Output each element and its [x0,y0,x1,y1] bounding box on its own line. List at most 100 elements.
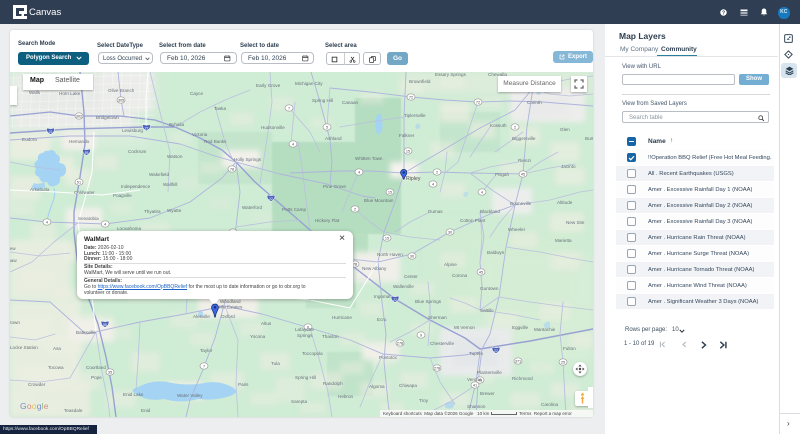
svg-text:Horn Lake: Horn Lake [59,91,81,96]
svg-text:15: 15 [388,191,392,195]
svg-text:4: 4 [104,223,106,227]
svg-text:Shannon: Shannon [467,404,486,409]
svg-text:Randolph: Randolph [323,381,343,386]
svg-text:Cockrum: Cockrum [128,149,147,154]
svg-text:Ecru: Ecru [377,317,387,322]
svg-text:New Albany: New Albany [362,266,387,271]
svg-text:Courtland: Courtland [86,365,106,370]
svg-text:Rienzi: Rienzi [518,158,531,163]
svg-text:Pisgah: Pisgah [495,172,509,177]
svg-text:Brewer: Brewer [480,391,495,396]
svg-text:55: 55 [103,323,107,327]
svg-text:Batesville: Batesville [76,330,96,335]
svg-text:Blackland: Blackland [480,209,500,214]
svg-text:4: 4 [481,191,483,195]
svg-text:Victoria: Victoria [192,132,208,137]
svg-text:35: 35 [108,371,112,375]
svg-text:4: 4 [46,221,48,225]
svg-text:Locke Station: Locke Station [10,345,38,350]
svg-text:Crowder: Crowder [28,382,46,387]
svg-text:45: 45 [521,173,525,177]
svg-text:41: 41 [473,384,477,388]
svg-text:22: 22 [494,349,498,353]
svg-text:Coldwater: Coldwater [74,190,95,195]
svg-text:Crenshaw: Crenshaw [10,258,17,263]
svg-text:278: 278 [397,342,403,346]
svg-text:Askew: Askew [10,246,16,251]
svg-text:2: 2 [354,208,356,212]
svg-text:Ripley: Ripley [406,176,421,182]
svg-text:278: 278 [434,367,440,371]
svg-text:Waterford: Waterford [242,205,262,210]
svg-text:2: 2 [436,171,438,175]
svg-text:Center: Center [404,274,418,279]
svg-text:72: 72 [409,96,413,100]
svg-text:Altus: Altus [261,321,272,326]
svg-text:Verona: Verona [467,377,482,382]
svg-text:Oxford: Oxford [221,314,235,319]
svg-text:5: 5 [326,126,328,130]
svg-text:Longtown: Longtown [10,320,20,325]
svg-text:Thyatira: Thyatira [144,209,161,214]
svg-text:Jacinto: Jacinto [561,164,576,169]
svg-text:Hebron: Hebron [338,394,354,399]
svg-text:Early Grove: Early Grove [256,83,281,88]
svg-text:Chiwapa: Chiwapa [399,383,417,388]
svg-text:Taska: Taska [214,106,226,111]
svg-text:Poagville: Poagville [113,193,132,198]
svg-text:7: 7 [203,365,205,369]
svg-text:Senatobia: Senatobia [78,216,99,221]
svg-text:25: 25 [561,361,565,365]
svg-text:Paris: Paris [238,382,249,387]
svg-text:22: 22 [49,130,53,134]
svg-text:Lafayette: Lafayette [295,327,314,332]
svg-text:Kossuth: Kossuth [490,123,507,128]
svg-text:Asa: Asa [53,346,61,351]
svg-text:Potts Camp: Potts Camp [282,207,306,212]
svg-text:Mt Vernon: Mt Vernon [454,325,475,330]
svg-text:Chesterville: Chesterville [430,341,454,346]
svg-text:9: 9 [420,334,422,338]
svg-text:15: 15 [385,237,389,241]
svg-text:51: 51 [77,181,81,185]
svg-text:Alesville: Alesville [193,314,210,319]
svg-text:Falkner: Falkner [399,133,415,138]
svg-text:30: 30 [410,255,414,259]
svg-text:Ingomar: Ingomar [374,294,391,299]
svg-text:371: 371 [515,360,521,364]
svg-text:305: 305 [118,99,124,103]
svg-text:Brownfield: Brownfield [409,79,431,84]
svg-text:?: ? [722,10,725,16]
svg-text:Springs: Springs [297,333,313,338]
svg-text:Toccopola: Toccopola [302,351,323,356]
svg-text:Algoma: Algoma [369,384,385,389]
svg-text:22: 22 [269,197,273,201]
svg-text:Saltillo: Saltillo [480,308,494,313]
svg-text:Enid Lake: Enid Lake [123,392,144,397]
svg-text:Hills Estates: Hills Estates [217,305,243,310]
svg-text:15: 15 [406,150,410,154]
svg-text:Teasdale: Teasdale [64,408,83,413]
svg-text:Hickory Flat: Hickory Flat [315,218,340,223]
svg-text:Independence: Independence [121,184,151,189]
svg-text:Canaan: Canaan [342,100,359,105]
svg-text:302: 302 [76,115,82,119]
svg-text:Tiplersville: Tiplersville [404,113,426,118]
svg-text:22: 22 [145,126,149,130]
svg-text:Spring Hill: Spring Hill [295,375,316,380]
svg-text:Plantersville: Plantersville [477,370,502,375]
svg-text:Pine Grove: Pine Grove [323,184,346,189]
svg-text:Corona: Corona [452,273,468,278]
svg-text:Corinth: Corinth [527,100,542,105]
svg-text:Cotton Plant: Cotton Plant [460,218,486,223]
svg-text:North Haven: North Haven [377,252,403,257]
svg-text:30: 30 [448,231,452,235]
svg-text:Wyatte: Wyatte [167,208,182,213]
svg-text:4: 4 [432,183,434,187]
svg-text:Walls: Walls [29,90,41,95]
svg-text:Tupelo: Tupelo [469,351,483,356]
svg-text:4: 4 [358,171,360,175]
svg-text:Olive Branch: Olive Branch [108,88,135,93]
svg-text:Booneville: Booneville [510,201,532,206]
svg-text:Lewisburg: Lewisburg [122,128,143,133]
